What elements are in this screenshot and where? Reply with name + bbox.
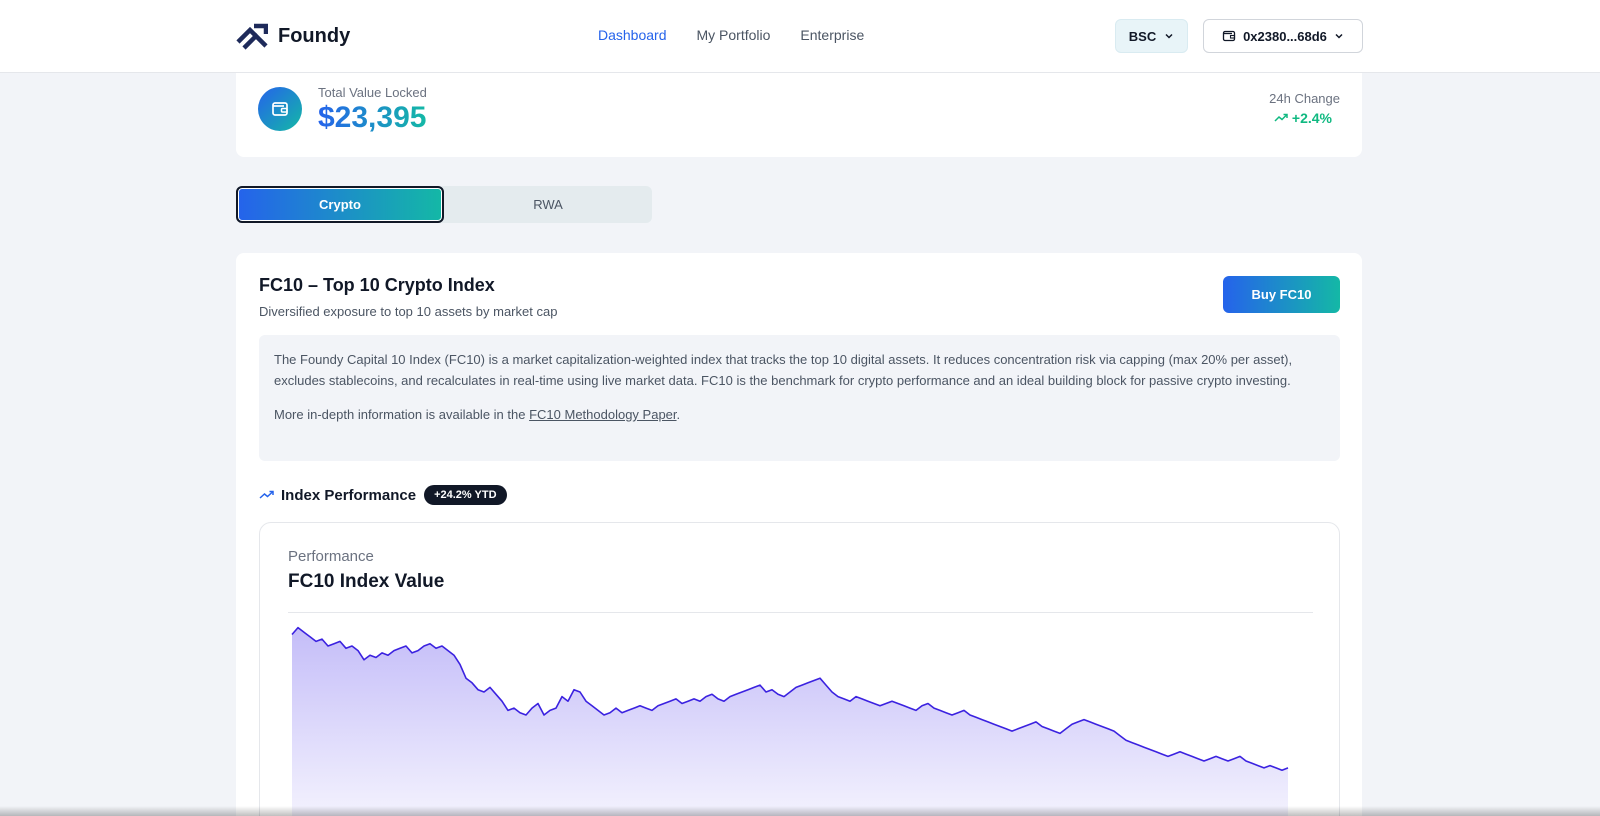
brand-name: Foundy: [278, 24, 351, 47]
tvl-card: Total Value Locked $23,395 24h Change +2…: [236, 73, 1362, 157]
chart-area-fill: [292, 627, 1288, 816]
tvl-label: Total Value Locked: [318, 85, 427, 100]
nav-enterprise[interactable]: Enterprise: [800, 27, 864, 43]
nav-dashboard[interactable]: Dashboard: [598, 27, 667, 43]
tab-crypto[interactable]: Crypto: [236, 186, 444, 223]
change-label: 24h Change: [1269, 91, 1340, 106]
tvl-icon-circle: [258, 87, 302, 131]
top-navbar: Foundy Dashboard My Portfolio Enterprise…: [0, 0, 1600, 73]
index-description: The Foundy Capital 10 Index (FC10) is a …: [259, 335, 1340, 461]
index-card: FC10 – Top 10 Crypto Index Diversified e…: [236, 253, 1362, 816]
more-info-prefix: More in-depth information is available i…: [274, 407, 530, 422]
index-subtitle: Diversified exposure to top 10 assets by…: [259, 304, 558, 319]
main-nav: Dashboard My Portfolio Enterprise: [598, 27, 864, 43]
chart-eyebrow: Performance: [288, 548, 374, 565]
wallet-icon: [272, 102, 288, 116]
foundy-logo-icon: [236, 23, 268, 50]
methodology-paper-link[interactable]: FC10 Methodology Paper: [529, 407, 676, 422]
chart-card: Performance FC10 Index Value: [259, 522, 1340, 816]
performance-title: Index Performance: [281, 486, 417, 504]
description-text: The Foundy Capital 10 Index (FC10) is a …: [274, 352, 1293, 388]
chart-divider: [288, 612, 1313, 613]
brand-logo[interactable]: Foundy: [236, 22, 350, 50]
chain-label: BSC: [1128, 28, 1157, 44]
change-value-group: +2.4%: [1274, 110, 1332, 126]
chevron-down-icon: [1165, 33, 1173, 39]
ytd-badge: +24.2% YTD: [424, 485, 507, 505]
chart-title: FC10 Index Value: [288, 571, 445, 592]
trending-up-icon: [1274, 113, 1288, 122]
tvl-value: $23,395: [318, 101, 427, 134]
asset-type-tabs: Crypto RWA: [236, 186, 652, 223]
chevron-down-icon: [1335, 33, 1343, 39]
change-value: +2.4%: [1291, 110, 1332, 126]
trending-up-icon: [259, 490, 274, 499]
more-info-suffix: .: [676, 407, 681, 422]
index-title: FC10 – Top 10 Crypto Index: [259, 275, 495, 295]
chain-selector-button[interactable]: BSC: [1115, 19, 1188, 53]
wallet-button[interactable]: 0x2380...68d6: [1203, 19, 1363, 53]
wallet-address: 0x2380...68d6: [1243, 28, 1327, 44]
performance-header: Index Performance +24.2% YTD: [259, 485, 507, 505]
bottom-edge-shadow: [0, 806, 1600, 816]
more-info-text: More in-depth information is available i…: [274, 404, 1325, 425]
nav-my-portfolio[interactable]: My Portfolio: [697, 27, 771, 43]
tab-rwa[interactable]: RWA: [444, 186, 652, 223]
performance-chart: [291, 626, 1289, 816]
buy-fc10-button[interactable]: Buy FC10: [1223, 276, 1340, 313]
wallet-icon: [1222, 30, 1236, 42]
